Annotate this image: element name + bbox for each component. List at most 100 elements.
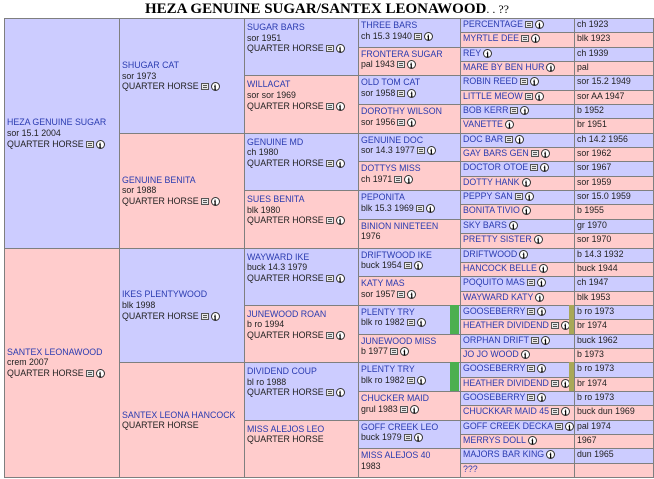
document-icon[interactable]	[325, 332, 334, 340]
horse-name-link[interactable]: THREE BARS	[361, 20, 458, 31]
horse-name-link[interactable]: KATY MAS	[361, 278, 458, 289]
horse-name-link[interactable]: MAJORS BAR KING	[463, 449, 544, 459]
info-icon[interactable]: i	[520, 106, 530, 116]
horse-name-link[interactable]: HANCOCK BELLE	[463, 263, 537, 273]
info-icon[interactable]: i	[540, 149, 550, 159]
info-icon[interactable]: i	[416, 318, 426, 328]
horse-name-link[interactable]: DOTTYS MISS	[361, 163, 458, 174]
info-icon[interactable]: i	[540, 335, 550, 346]
document-icon[interactable]	[416, 147, 425, 155]
info-icon[interactable]: i	[537, 364, 547, 374]
document-icon[interactable]	[325, 389, 334, 397]
document-icon[interactable]	[200, 83, 209, 91]
horse-name-link[interactable]: WAYWARD IKE	[247, 252, 356, 263]
horse-name-link[interactable]: GOFF CREEK DECKA	[463, 421, 553, 431]
horse-name-link[interactable]: FRONTERA SUGAR	[361, 49, 458, 60]
info-icon[interactable]: i	[538, 263, 548, 274]
horse-name-link[interactable]: ORPHAN DRIFT	[463, 335, 529, 345]
horse-name-link[interactable]: GOOSEBERRY	[463, 392, 525, 402]
document-icon[interactable]	[200, 312, 209, 320]
horse-name-link[interactable]: HEZA GENUINE SUGAR	[7, 117, 117, 128]
info-icon[interactable]: i	[425, 203, 435, 214]
horse-name-link[interactable]: REY	[463, 48, 481, 58]
document-icon[interactable]	[510, 107, 519, 115]
document-icon[interactable]	[530, 336, 539, 344]
horse-name-link[interactable]: SUES BENITA	[247, 194, 356, 205]
document-icon[interactable]	[519, 78, 528, 86]
horse-name-link[interactable]: POQUITO MAS	[463, 277, 525, 287]
document-icon[interactable]	[514, 193, 523, 201]
info-icon[interactable]: i	[335, 216, 345, 226]
info-icon[interactable]: i	[564, 421, 574, 432]
document-icon[interactable]	[200, 197, 209, 205]
horse-name-link[interactable]: GENUINE BENITA	[122, 175, 242, 186]
document-icon[interactable]	[397, 118, 406, 126]
document-icon[interactable]	[406, 376, 415, 384]
horse-name-link[interactable]: PEPPY SAN	[463, 191, 513, 201]
horse-name-link[interactable]: CHUCKER MAID	[361, 393, 458, 404]
info-icon[interactable]: i	[335, 44, 345, 54]
document-icon[interactable]	[325, 45, 334, 53]
info-icon[interactable]: i	[540, 163, 550, 173]
info-icon[interactable]: i	[536, 278, 546, 288]
horse-name-link[interactable]: MYRTLE DEE	[463, 33, 519, 43]
horse-name-link[interactable]: SKY BARS	[463, 220, 507, 230]
horse-name-link[interactable]: PLENTY TRY	[361, 364, 458, 375]
info-icon[interactable]: i	[535, 292, 545, 303]
horse-name-link[interactable]: IKES PLENTYWOOD	[122, 289, 242, 300]
horse-name-link[interactable]: GAY BARS GEN	[463, 148, 529, 158]
info-icon[interactable]: i	[537, 392, 547, 403]
horse-name-link[interactable]: DOROTHY WILSON	[361, 106, 458, 117]
info-icon[interactable]: i	[416, 375, 426, 386]
document-icon[interactable]	[413, 32, 422, 40]
info-icon[interactable]: i	[521, 206, 531, 216]
horse-name-link[interactable]: SHUGAR CAT	[122, 60, 242, 71]
document-icon[interactable]	[530, 164, 539, 172]
horse-name-link[interactable]: PLENTY TRY	[361, 307, 458, 318]
document-icon[interactable]	[85, 140, 94, 148]
horse-name-link[interactable]: JUNEWOOD MISS	[361, 336, 458, 347]
document-icon[interactable]	[394, 176, 403, 184]
document-icon[interactable]	[406, 319, 415, 327]
horse-name-link[interactable]: MERRYS DOLL	[463, 435, 526, 445]
horse-name-link[interactable]: WILLACAT	[247, 79, 356, 90]
document-icon[interactable]	[551, 408, 560, 416]
info-icon[interactable]: i	[520, 349, 530, 360]
info-icon[interactable]: i	[533, 235, 543, 245]
document-icon[interactable]	[399, 405, 408, 413]
horse-name-link[interactable]: DOC BAR	[463, 134, 503, 144]
horse-name-link[interactable]: CHUCKKAR MAID 45	[463, 406, 549, 416]
document-icon[interactable]	[527, 307, 536, 315]
horse-name-link[interactable]: SANTEX LEONAWOOD	[7, 347, 117, 358]
document-icon[interactable]	[554, 422, 563, 430]
horse-name-link[interactable]: MISS ALEJOS LEO	[247, 424, 356, 435]
horse-name-link[interactable]: WAYWARD KATY	[463, 292, 533, 302]
info-icon[interactable]: i	[407, 289, 417, 300]
horse-name-link[interactable]: VANETTE	[463, 119, 503, 129]
info-icon[interactable]: i	[95, 369, 105, 379]
info-icon[interactable]: i	[95, 139, 105, 150]
document-icon[interactable]	[403, 262, 412, 270]
horse-name-link[interactable]: BOB KERR	[463, 105, 508, 115]
horse-name-link[interactable]: GOOSEBERRY	[463, 306, 525, 316]
info-icon[interactable]: i	[399, 347, 409, 357]
info-icon[interactable]: i	[561, 407, 571, 417]
info-icon[interactable]: i	[515, 134, 525, 145]
info-icon[interactable]: i	[423, 31, 433, 42]
document-icon[interactable]	[505, 135, 514, 143]
document-icon[interactable]	[389, 348, 398, 356]
info-icon[interactable]: i	[519, 249, 529, 260]
document-icon[interactable]	[325, 217, 334, 225]
document-icon[interactable]	[550, 322, 559, 330]
document-icon[interactable]	[415, 204, 424, 212]
horse-name-link[interactable]: MARE BY BEN HUR	[463, 62, 544, 72]
horse-name-link[interactable]: HEATHER DIVIDEND	[463, 320, 549, 330]
horse-name-link[interactable]: DRIFTWOOD	[463, 249, 517, 259]
horse-name-link[interactable]: DIVIDEND COUP	[247, 366, 356, 377]
document-icon[interactable]	[85, 370, 94, 378]
info-icon[interactable]: i	[483, 48, 493, 59]
info-icon[interactable]: i	[521, 177, 531, 188]
info-icon[interactable]: i	[508, 220, 518, 231]
document-icon[interactable]	[403, 434, 412, 442]
info-icon[interactable]: i	[531, 34, 541, 44]
